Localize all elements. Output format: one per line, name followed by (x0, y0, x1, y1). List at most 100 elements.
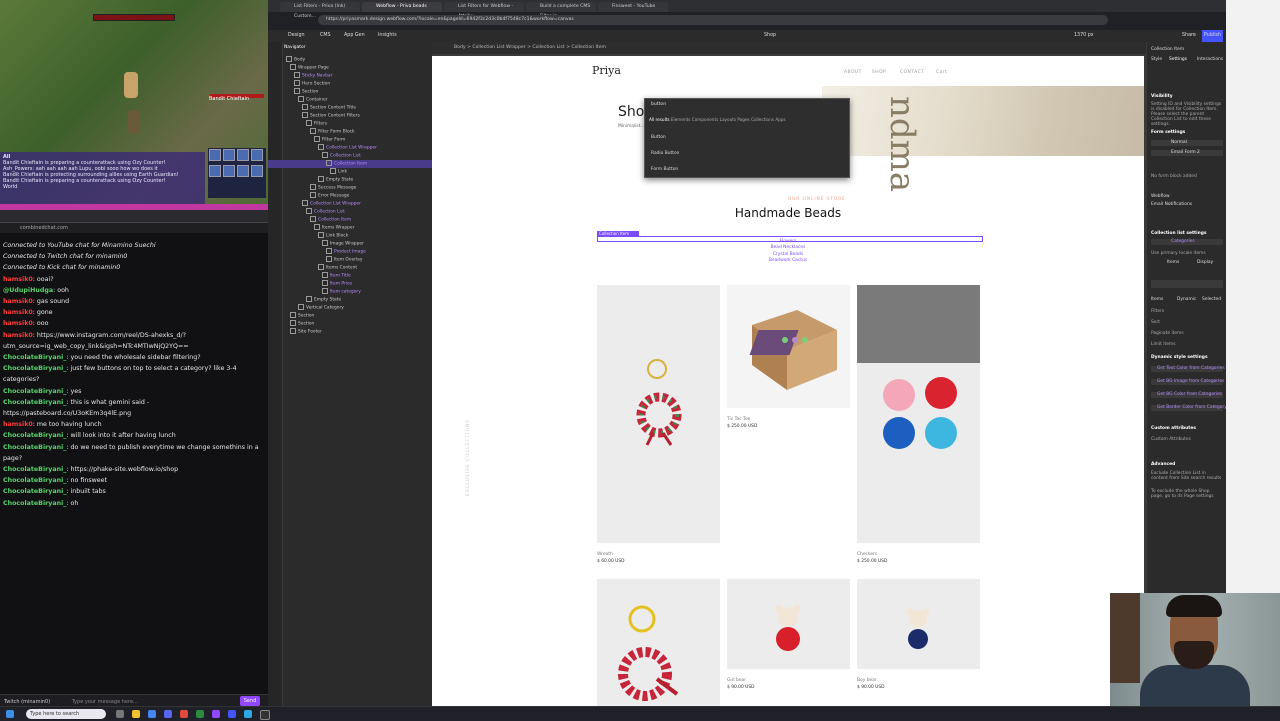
navigator-item[interactable]: Item Title (268, 272, 432, 280)
browser-tab[interactable]: List Filters - Priva (Ink) Custom... (280, 2, 360, 19)
chat-username[interactable]: ChocolateBiryani_ (3, 354, 66, 361)
browser-tab[interactable]: List Filters for Webflow - Attribu... (444, 2, 524, 19)
product-card[interactable]: Girl bear $ 90.00 USD (727, 579, 850, 690)
navigator-item[interactable]: Collection Item (268, 216, 432, 224)
skill-slot[interactable] (251, 165, 263, 177)
skill-slot[interactable] (223, 149, 235, 161)
filter-all[interactable]: All results (649, 117, 670, 122)
dynamic-binding[interactable]: Get BG Color from Categories (1151, 392, 1223, 398)
list-display-toggle[interactable]: Display (1197, 260, 1213, 265)
navigator-item[interactable]: Filter Form Block (268, 128, 432, 136)
navigator-item[interactable]: Hero Section (268, 80, 432, 88)
navigator-item[interactable]: Item Price (268, 280, 432, 288)
navigator-item[interactable]: Empty State (268, 296, 432, 304)
skill-slot[interactable] (209, 165, 221, 177)
chat-username[interactable]: ChocolateBiryani_ (3, 432, 66, 439)
task-view-icon[interactable] (116, 710, 124, 718)
state-field[interactable]: Normal (1151, 140, 1223, 146)
filters-label[interactable]: Filters (1151, 309, 1164, 314)
chat-username[interactable]: hamsik0 (3, 276, 33, 283)
navigator-item[interactable]: Success Message (268, 184, 432, 192)
discord-icon[interactable] (164, 710, 172, 718)
list-items-toggle[interactable]: Items (1167, 260, 1179, 265)
dynamic-binding[interactable]: Get Border Color from Category (1151, 405, 1227, 411)
interactions-tab[interactable]: Interactions (1197, 57, 1223, 62)
twitch-icon[interactable] (212, 710, 220, 718)
navigator-item[interactable]: Vertical Category (268, 304, 432, 312)
skill-slot[interactable] (209, 149, 221, 161)
chat-browser-tabs[interactable] (0, 210, 268, 223)
navigator-item[interactable]: Link (268, 168, 432, 176)
obs-icon[interactable] (260, 710, 270, 720)
filter-pages[interactable]: Pages (737, 117, 749, 122)
navigator-item[interactable]: Collection Item (268, 160, 432, 168)
filter-collections[interactable]: Collections (751, 117, 774, 122)
collection-item-badge[interactable]: Collection Item (597, 231, 639, 237)
product-card[interactable]: Tic Tac Toe $ 250.00 USD (727, 285, 850, 429)
send-to-value[interactable]: Webflow (1151, 194, 1170, 199)
product-card[interactable]: Wreath $ 60.00 USD (597, 285, 720, 564)
breadcrumb[interactable]: Body > Collection List Wrapper > Collect… (432, 42, 1146, 54)
result-radio-button[interactable]: Radio Button (651, 151, 679, 156)
limit-label[interactable]: Limit items (1151, 342, 1176, 347)
chat-username[interactable]: ChocolateBiryani_ (3, 477, 66, 484)
dynamic-toggle[interactable]: Dynamic (1177, 297, 1196, 302)
skill-slot[interactable] (237, 165, 249, 177)
chat-username[interactable]: ChocolateBiryani_ (3, 388, 66, 395)
chat-username[interactable]: ChocolateBiryani_ (3, 444, 66, 451)
chat-username[interactable]: hamsik0 (3, 332, 33, 339)
navigator-item[interactable]: Collection List Wrapper (268, 144, 432, 152)
navigator-item[interactable]: Collection List (268, 152, 432, 160)
filter-elements[interactable]: Elements (671, 117, 691, 122)
sort-label[interactable]: Sort (1151, 320, 1160, 325)
chat-username[interactable]: @UdupiHudga (3, 287, 53, 294)
skill-slot[interactable] (251, 149, 263, 161)
navigator-item[interactable]: Sticky Navbar (268, 72, 432, 80)
navigator-item[interactable]: Body (268, 56, 432, 64)
source-field[interactable]: Categories (1151, 239, 1223, 245)
nav-link-about[interactable]: ABOUT (844, 70, 862, 75)
layout-options[interactable] (1151, 280, 1223, 288)
chat-username[interactable]: ChocolateBiryani_ (3, 399, 66, 406)
filter-layouts[interactable]: Layouts (720, 117, 736, 122)
chat-username[interactable]: ChocolateBiryani_ (3, 365, 66, 372)
chat-input[interactable]: Type your message here... (52, 699, 138, 705)
chat-username[interactable]: ChocolateBiryani_ (3, 466, 66, 473)
filter-apps[interactable]: Apps (775, 117, 785, 122)
browser-tab[interactable]: Build a complete CMS Filter in... (526, 2, 596, 19)
form-name-field[interactable]: Email Form 2 (1151, 150, 1223, 156)
navigator-item[interactable]: Section (268, 320, 432, 328)
chat-username[interactable]: ChocolateBiryani_ (3, 488, 66, 495)
navigator-item[interactable]: Error Message (268, 192, 432, 200)
selected-toggle[interactable]: Selected (1202, 297, 1221, 302)
use-primary-checkbox[interactable]: Use primary locale items (1151, 251, 1206, 256)
publish-button[interactable]: Publish (1202, 30, 1224, 42)
navigator-item[interactable]: Product Image (268, 248, 432, 256)
page-selector[interactable]: Shop (764, 30, 776, 42)
skill-slot[interactable] (237, 149, 249, 161)
dynamic-binding[interactable]: Get BG image from Categories (1151, 379, 1224, 385)
exclude-search-checkbox[interactable]: Exclude Collection List in content from … (1151, 471, 1223, 481)
navigator-item[interactable]: Items Content (268, 264, 432, 272)
settings-tab[interactable]: Settings (1169, 57, 1187, 62)
email-notifications[interactable]: Email Notifications (1151, 202, 1192, 207)
chat-username[interactable]: hamsik0 (3, 320, 33, 327)
navigator-item[interactable]: Container (268, 96, 432, 104)
cms-tab[interactable]: CMS (320, 30, 331, 42)
insights-tab[interactable]: Insights (378, 30, 397, 42)
navigator-item[interactable]: Section (268, 88, 432, 96)
chat-username[interactable]: hamsik0 (3, 298, 33, 305)
app-icon[interactable] (180, 710, 188, 718)
navigator-item[interactable]: Items Wrapper (268, 224, 432, 232)
navigator-item[interactable]: Collection List (268, 208, 432, 216)
category-link[interactable]: Beadwork Cactus (762, 258, 814, 264)
navigator-item[interactable]: Collection List Wrapper (268, 200, 432, 208)
app-icon[interactable] (196, 710, 204, 718)
chat-username[interactable]: hamsik0 (3, 421, 33, 428)
nav-link-contact[interactable]: CONTACT (900, 70, 924, 75)
chat-url[interactable]: combinedchat.com (0, 223, 268, 233)
share-button[interactable]: Share (1182, 30, 1196, 42)
navigator-item[interactable]: Empty State (268, 176, 432, 184)
navigator-item[interactable]: Filter Form (268, 136, 432, 144)
webflow-icon[interactable] (228, 710, 236, 718)
